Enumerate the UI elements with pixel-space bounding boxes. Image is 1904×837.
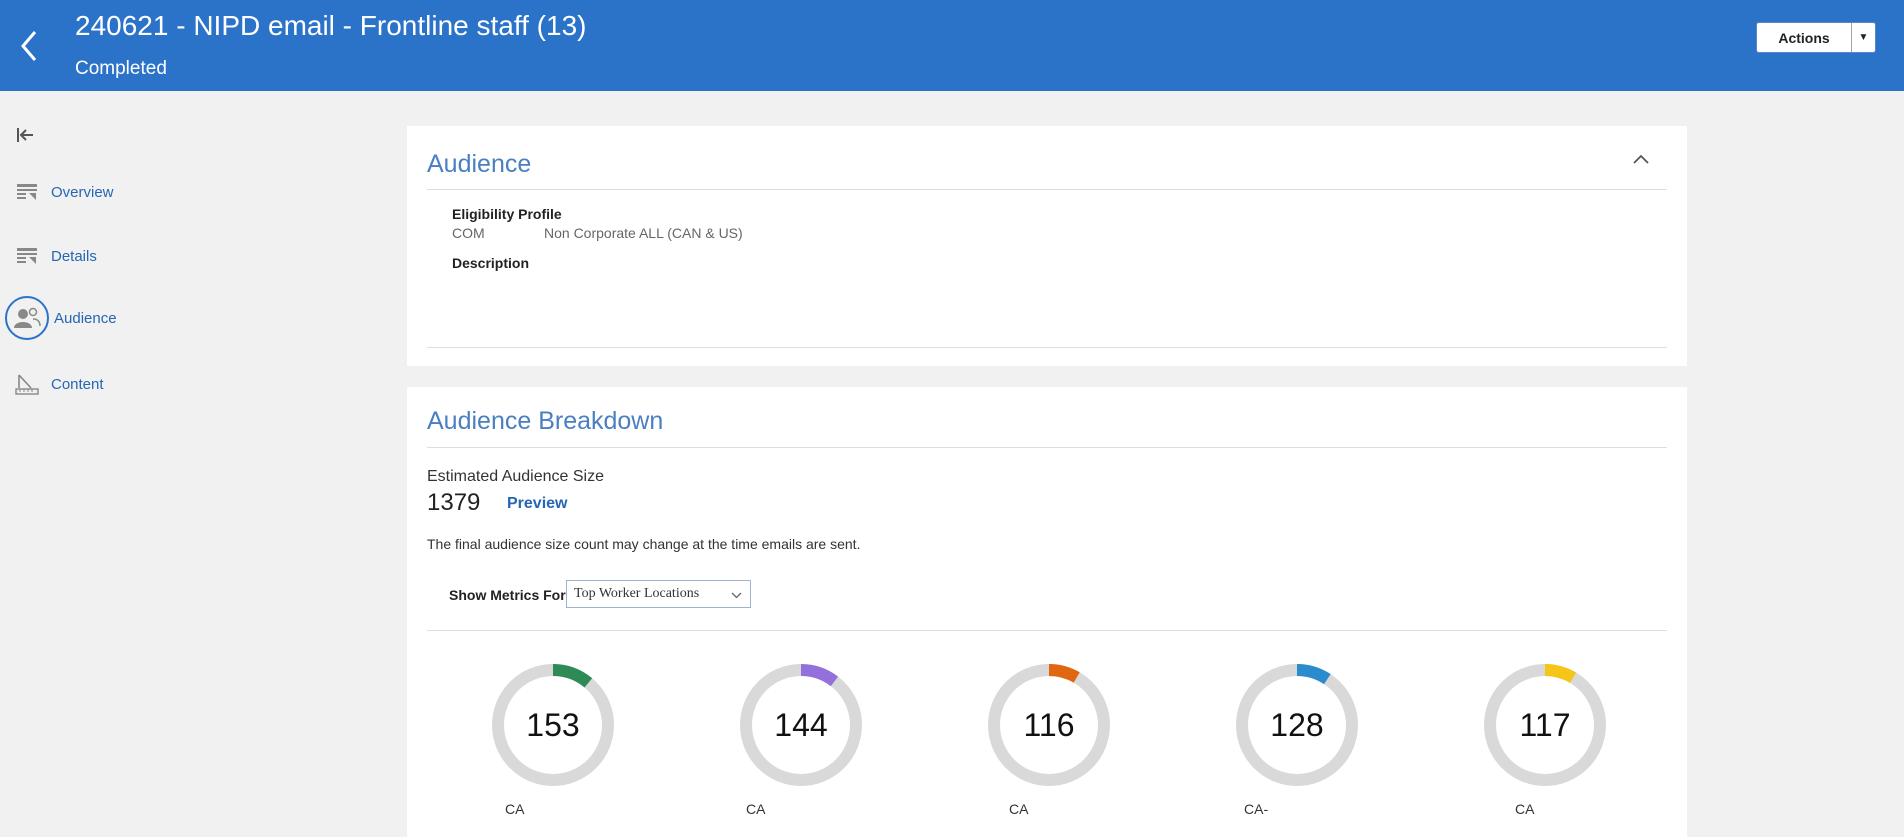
- sidebar-item-details[interactable]: Details: [0, 236, 97, 276]
- divider: [427, 630, 1667, 631]
- chevron-left-icon: [21, 31, 37, 61]
- sidebar-item-label: Content: [51, 375, 104, 393]
- donut-label: CA: [1515, 801, 1535, 817]
- chevron-down-icon: [731, 589, 742, 599]
- description-label: Description: [452, 255, 530, 271]
- audience-size-note: The final audience size count may change…: [427, 536, 861, 552]
- sidebar-item-label: Audience: [54, 309, 117, 327]
- audience-card: Audience Eligibility Profile COM Non Cor…: [407, 126, 1687, 366]
- overview-icon: [14, 181, 40, 203]
- collapse-sidebar-icon[interactable]: [16, 127, 36, 143]
- donut-chart: 117: [1483, 663, 1607, 787]
- audience-title: Audience: [427, 150, 532, 178]
- caret-down-icon[interactable]: ▼: [1851, 23, 1875, 52]
- estimated-audience-value: 1379: [427, 489, 481, 516]
- metrics-selected-value: Top Worker Locations: [574, 586, 700, 601]
- donut-label: CA-: [1244, 801, 1269, 817]
- estimated-audience-label: Estimated Audience Size: [427, 468, 604, 485]
- audience-breakdown-title: Audience Breakdown: [427, 407, 664, 435]
- actions-label: Actions: [1778, 29, 1830, 46]
- sidebar-item-label: Overview: [51, 183, 114, 201]
- sidebar-item-overview[interactable]: Overview: [0, 172, 114, 212]
- back-button[interactable]: [14, 26, 44, 66]
- details-icon: [14, 245, 40, 267]
- donut-chart: 116: [987, 663, 1111, 787]
- divider: [427, 189, 1667, 190]
- donut-value: 117: [1519, 706, 1571, 743]
- donut-chart: 153: [491, 663, 615, 787]
- donut-value: 116: [1023, 706, 1075, 743]
- donut-value: 153: [526, 706, 580, 743]
- page-title: 240621 - NIPD email - Frontline staff (1…: [75, 10, 587, 41]
- donut-label: CA: [1009, 801, 1029, 817]
- sidebar-item-content[interactable]: Content: [0, 364, 104, 404]
- header-bar: 240621 - NIPD email - Frontline staff (1…: [0, 0, 1904, 91]
- content-icon: [14, 373, 40, 395]
- divider: [427, 447, 1667, 448]
- eligibility-profile-label: Eligibility Profile: [452, 206, 562, 222]
- donut-label: CA: [746, 801, 766, 817]
- donut-chart: 128: [1235, 663, 1359, 787]
- sidebar-item-label: Details: [51, 247, 97, 265]
- eligibility-value: Non Corporate ALL (CAN & US): [544, 225, 743, 241]
- chevron-up-icon[interactable]: [1631, 152, 1651, 166]
- preview-link[interactable]: Preview: [507, 495, 567, 513]
- page-status: Completed: [75, 58, 167, 79]
- donut-chart: 144: [739, 663, 863, 787]
- sidebar-item-audience[interactable]: Audience: [0, 296, 117, 340]
- donut-label: CA: [505, 801, 525, 817]
- actions-button[interactable]: Actions ▼: [1756, 22, 1876, 53]
- audience-icon: [5, 296, 49, 340]
- divider: [427, 347, 1667, 348]
- donut-value: 128: [1270, 706, 1324, 743]
- metrics-select[interactable]: Top Worker Locations: [566, 580, 751, 608]
- audience-breakdown-card: Audience Breakdown Estimated Audience Si…: [407, 387, 1687, 837]
- show-metrics-label: Show Metrics For: [449, 587, 566, 603]
- donut-value: 144: [774, 706, 828, 743]
- eligibility-code: COM: [452, 225, 485, 241]
